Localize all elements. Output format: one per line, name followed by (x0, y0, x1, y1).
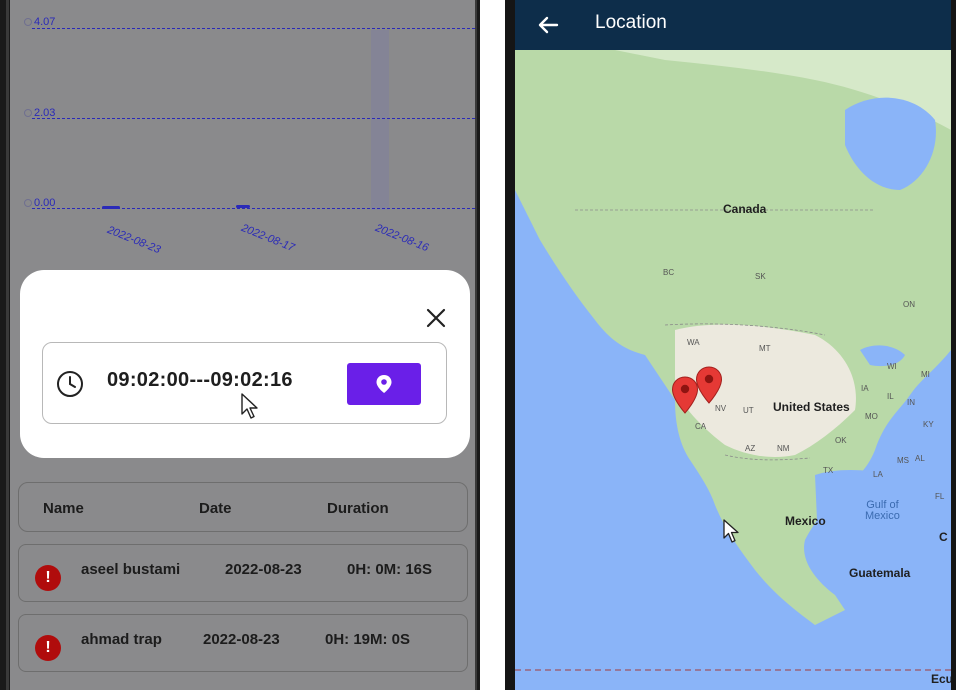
row-date: 2022-08-23 (225, 561, 302, 578)
mouse-cursor-icon (240, 392, 262, 420)
location-pin-marker[interactable] (695, 366, 723, 404)
x-tick-label: 2022-08-16 (373, 222, 431, 255)
row-name: ahmad trap (81, 631, 162, 648)
map-label-region: MS (897, 456, 909, 465)
tick-dot (24, 109, 32, 117)
map-label-region: ON (903, 300, 915, 309)
map-view[interactable]: Canada United States Mexico Guatemala Gu… (515, 50, 951, 690)
map-label-region: FL (935, 492, 945, 501)
time-detail-dialog: 09:02:00---09:02:16 (20, 270, 470, 458)
back-arrow-icon[interactable] (533, 10, 563, 40)
table-row[interactable]: ! aseel bustami 2022-08-23 0H: 0M: 16S (18, 544, 468, 602)
column-header-duration[interactable]: Duration (327, 500, 389, 517)
map-label-water: Gulf of Mexico (865, 500, 900, 522)
map-label-region: MI (921, 370, 930, 379)
gridline-middle (32, 118, 475, 119)
map-label-region: IL (887, 392, 894, 401)
row-name: aseel bustami (81, 561, 181, 578)
column-header-name[interactable]: Name (43, 500, 84, 517)
gridline-bottom (32, 208, 475, 209)
map-label-region: NV (715, 404, 727, 413)
map-label-region: NM (777, 444, 790, 453)
duration-chart[interactable]: 4.07 2.03 0.00 2022-08-23 2022-08-17 202… (10, 0, 475, 280)
alert-icon: ! (35, 635, 61, 661)
map-label-country: United States (773, 400, 850, 414)
page-title: Location (595, 12, 667, 33)
map-label-region: OK (835, 436, 847, 445)
map-label-country: Canada (723, 202, 767, 216)
map-label-region: Ecu (931, 672, 951, 686)
map-label-region: WI (887, 362, 897, 371)
location-screen: Location Canada United States Mexico Gua… (515, 0, 951, 690)
map-label-region: UT (743, 406, 754, 415)
table-header: Name Date Duration (18, 482, 468, 532)
y-tick-label: 4.07 (34, 16, 56, 28)
location-pin-icon (376, 375, 392, 393)
app-bar: Location (515, 0, 951, 50)
map-label-country: Guatemala (849, 566, 911, 580)
map-label-region: LA (873, 470, 883, 479)
chart-bar[interactable] (236, 205, 250, 208)
close-icon[interactable] (422, 304, 450, 332)
map-label-region: WA (687, 338, 700, 347)
map-label-region: AL (915, 454, 925, 463)
y-tick-label: 0.00 (34, 197, 56, 209)
map-label-region: MT (759, 344, 771, 353)
map-label-region: IN (907, 398, 915, 407)
map-label-region: CA (695, 422, 707, 431)
map-label-country: Mexico (785, 514, 826, 528)
map-label-region: C (939, 530, 948, 544)
history-screen: 4.07 2.03 0.00 2022-08-23 2022-08-17 202… (10, 0, 475, 690)
map-label-region: SK (755, 272, 766, 281)
alert-icon: ! (35, 565, 61, 591)
map-label-region: TX (823, 466, 834, 475)
time-range-text: 09:02:00---09:02:16 (107, 369, 293, 391)
right-phone-screen: Location Canada United States Mexico Gua… (505, 0, 956, 690)
y-tick-label: 2.03 (34, 107, 56, 119)
map-label-region: MO (865, 412, 878, 421)
clock-icon (55, 369, 85, 399)
table-row[interactable]: ! ahmad trap 2022-08-23 0H: 19M: 0S (18, 614, 468, 672)
tick-dot (24, 199, 32, 207)
row-duration: 0H: 19M: 0S (325, 631, 411, 648)
chart-bar[interactable] (102, 206, 120, 209)
x-tick-label: 2022-08-17 (239, 222, 297, 255)
show-location-button[interactable] (347, 363, 421, 405)
map-canvas (515, 50, 951, 671)
left-phone-screen: 4.07 2.03 0.00 2022-08-23 2022-08-17 202… (0, 0, 480, 690)
x-tick-label: 2022-08-23 (105, 224, 163, 257)
bezel-left (6, 0, 9, 690)
mouse-cursor-icon (722, 518, 742, 544)
map-label-region: KY (923, 420, 934, 429)
row-date: 2022-08-23 (203, 631, 280, 648)
selected-bar-highlight[interactable] (371, 30, 389, 210)
map-label-water-line2: Mexico (865, 510, 900, 522)
column-header-date[interactable]: Date (199, 500, 232, 517)
row-duration: 0H: 0M: 16S (347, 561, 433, 578)
map-label-region: AZ (745, 444, 756, 453)
tick-dot (24, 18, 32, 26)
gridline-top (32, 28, 475, 29)
map-label-region: IA (861, 384, 869, 393)
map-label-region: BC (663, 268, 675, 277)
